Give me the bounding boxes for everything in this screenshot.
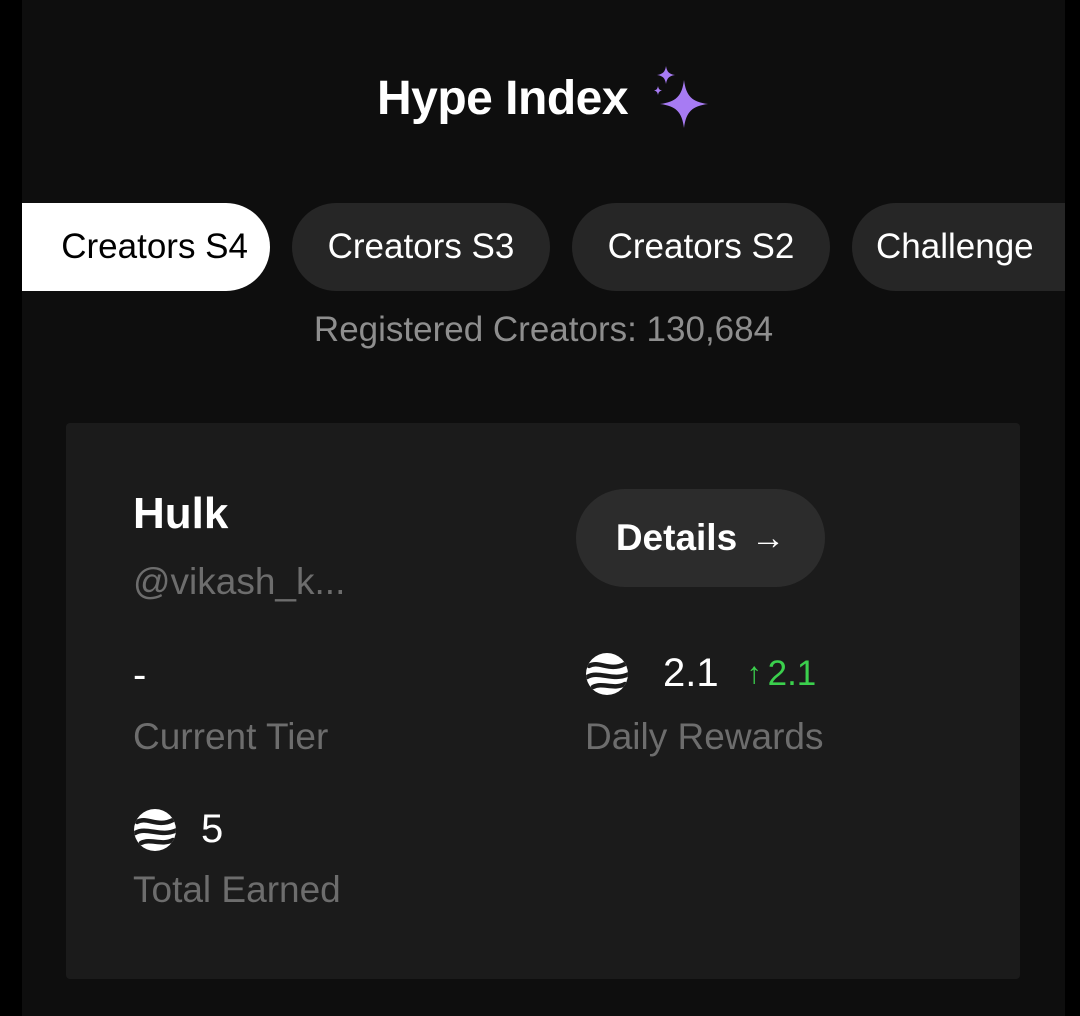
arrow-right-icon: →: [751, 518, 786, 557]
details-label: Details: [615, 517, 738, 558]
tab-label: Challenge: [876, 227, 1034, 266]
creator-name: Hulk: [133, 489, 229, 538]
daily-rewards-row: 2.1 ↑ 2.1: [585, 651, 816, 696]
current-tier-label: Current Tier: [133, 716, 329, 757]
hype-index-page: Hype Index Creators S4 Creators S3 Creat…: [22, 0, 1065, 1016]
tab-label: Creators S3: [327, 227, 515, 266]
header: Hype Index: [22, 58, 1065, 138]
daily-rewards-change-value: 2.1: [767, 653, 817, 693]
registered-creators-count: Registered Creators: 130,684: [313, 310, 774, 349]
daily-rewards-value: 2.1: [663, 651, 719, 695]
season-tabs: Creators S4 Creators S3 Creators S2 Chal…: [22, 203, 1065, 291]
daily-rewards-label: Daily Rewards: [585, 716, 824, 757]
total-earned-row: 5: [133, 807, 223, 852]
token-coin-icon: [134, 808, 176, 851]
sparkles-icon: [654, 66, 709, 128]
arrow-up-icon: ↑: [746, 656, 762, 690]
page-title: Hype Index: [376, 71, 629, 125]
current-tier-value: -: [133, 653, 147, 697]
tab-challenge[interactable]: Challenge: [852, 203, 1065, 291]
total-earned-label: Total Earned: [133, 869, 341, 910]
creator-handle: @vikash_k...: [133, 561, 346, 602]
tab-creators-s4[interactable]: Creators S4: [22, 203, 270, 291]
tab-creators-s3[interactable]: Creators S3: [292, 203, 550, 291]
creator-card: Hulk @vikash_k... Details → - Current Ti…: [66, 423, 1020, 979]
tab-label: Creators S2: [607, 227, 795, 266]
token-coin-icon: [586, 652, 628, 695]
tab-creators-s2[interactable]: Creators S2: [572, 203, 830, 291]
tab-label: Creators S4: [61, 227, 248, 266]
total-earned-value: 5: [201, 807, 224, 851]
details-button[interactable]: Details →: [576, 489, 825, 587]
daily-rewards-change: ↑ 2.1: [747, 654, 817, 694]
